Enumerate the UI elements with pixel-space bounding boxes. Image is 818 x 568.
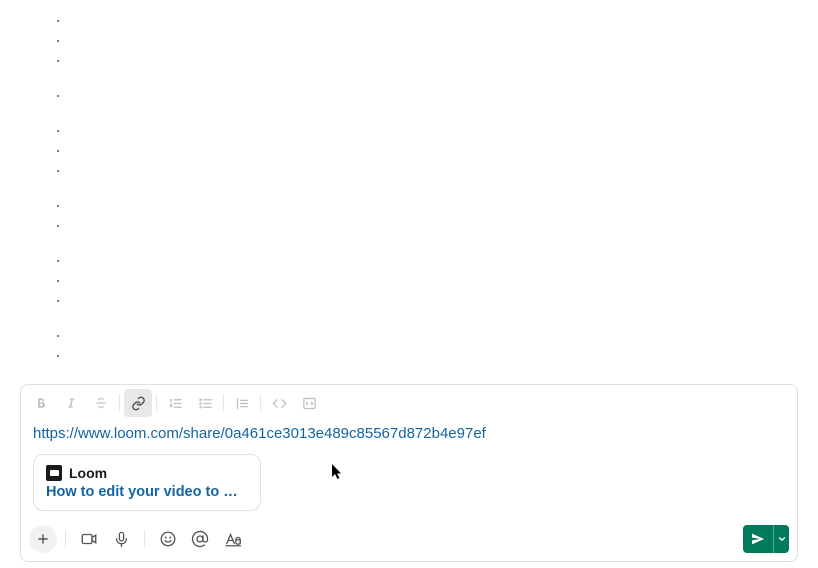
send-options-button[interactable] (773, 525, 789, 553)
message-input[interactable]: https://www.loom.com/share/0a461ce3013e4… (21, 421, 797, 450)
video-clip-button[interactable] (74, 525, 104, 553)
ordered-list-button[interactable] (161, 389, 189, 417)
bullet-list-button[interactable] (191, 389, 219, 417)
message-dots (57, 20, 59, 375)
toolbar-separator (156, 394, 157, 412)
toolbar-separator (65, 530, 66, 548)
audio-clip-button[interactable] (106, 525, 136, 553)
formatting-toolbar (21, 385, 797, 421)
chat-scroll-area (0, 0, 818, 388)
code-button[interactable] (265, 389, 293, 417)
toolbar-separator (144, 530, 145, 548)
italic-button[interactable] (57, 389, 85, 417)
attach-button[interactable] (29, 525, 57, 553)
blockquote-button[interactable] (228, 389, 256, 417)
toolbar-separator (260, 394, 261, 412)
link-preview-card[interactable]: Loom How to edit your video to maximize … (33, 454, 261, 511)
preview-source: Loom (69, 465, 107, 481)
loom-icon (46, 465, 62, 481)
strikethrough-button[interactable] (87, 389, 115, 417)
link-button[interactable] (124, 389, 152, 417)
emoji-button[interactable] (153, 525, 183, 553)
composer-actions (21, 519, 797, 561)
toolbar-separator (223, 394, 224, 412)
send-button[interactable] (743, 525, 773, 553)
preview-title: How to edit your video to maximize vi… (46, 484, 248, 500)
formatting-toggle-button[interactable] (217, 525, 247, 553)
preview-header: Loom (46, 465, 248, 481)
toolbar-separator (119, 394, 120, 412)
bold-button[interactable] (27, 389, 55, 417)
code-block-button[interactable] (295, 389, 323, 417)
mention-button[interactable] (185, 525, 215, 553)
send-button-group (743, 525, 789, 553)
message-link[interactable]: https://www.loom.com/share/0a461ce3013e4… (33, 425, 486, 442)
message-composer: https://www.loom.com/share/0a461ce3013e4… (20, 384, 798, 562)
